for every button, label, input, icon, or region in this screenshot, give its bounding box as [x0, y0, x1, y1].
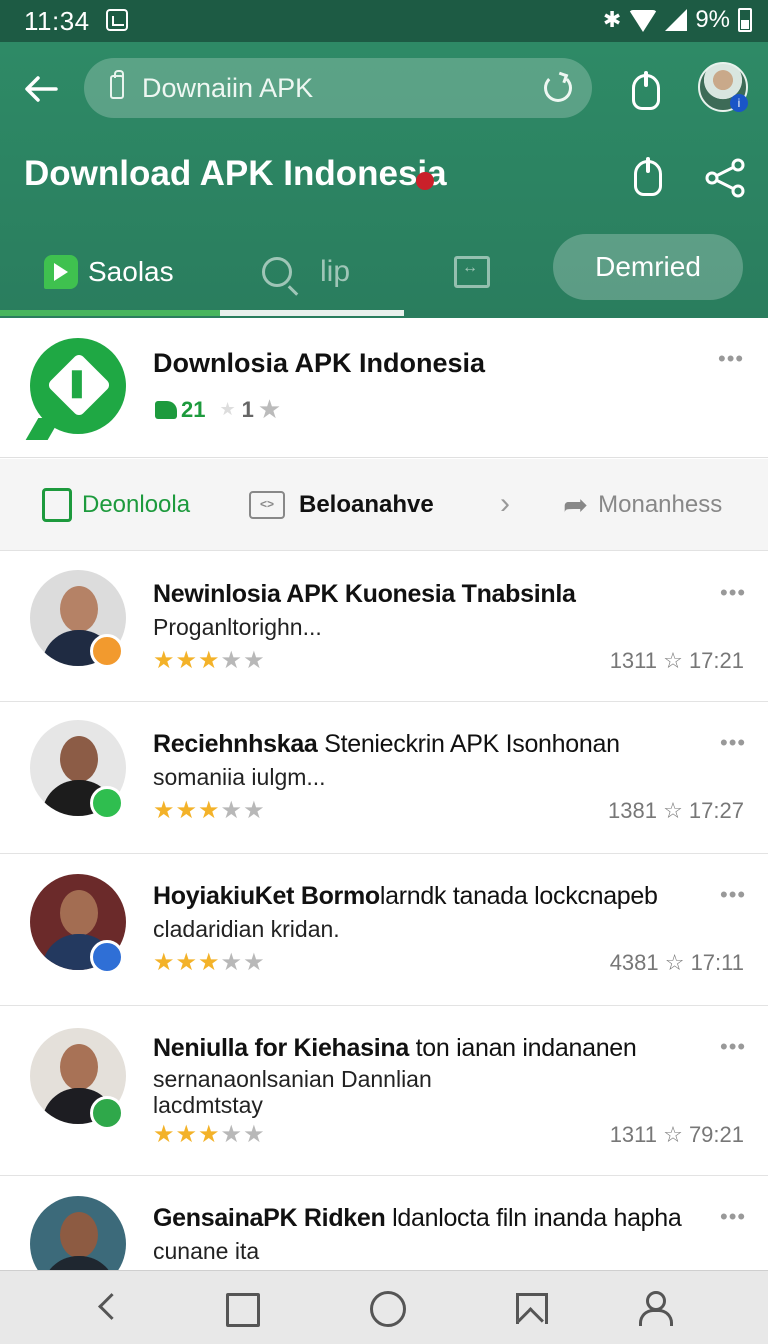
- download-label: Deonloola: [82, 491, 191, 518]
- battery-icon: [738, 8, 752, 32]
- status-time: 11:34: [24, 6, 90, 36]
- item-subtitle: Proganltorighn...: [153, 614, 322, 640]
- nav-bookmark-icon[interactable]: [510, 1289, 550, 1329]
- wifi-icon: [629, 10, 658, 32]
- nav-home-icon[interactable]: [368, 1289, 408, 1329]
- back-arrow-icon[interactable]: [22, 70, 60, 108]
- active-tab-indicator: [0, 310, 220, 316]
- star-rating: ★★★★★: [153, 949, 266, 976]
- more-options-icon[interactable]: •••: [720, 1204, 746, 1230]
- nav-profile-icon[interactable]: [636, 1289, 676, 1329]
- item-title: Neniulla for Kiehasina ton ianan indanan…: [153, 1034, 637, 1062]
- share-arrow-icon: ➦: [563, 488, 589, 522]
- code-icon: <>: [249, 491, 285, 519]
- search-icon: [262, 257, 292, 287]
- nav-back-icon[interactable]: [88, 1289, 128, 1329]
- item-subtitle-2: lacdmtstay: [153, 1092, 263, 1118]
- list-item[interactable]: Neniulla for Kiehasina ton ianan indanan…: [0, 1006, 768, 1176]
- gallery-icon: [106, 9, 128, 31]
- share-button[interactable]: ➦ Monanhess: [563, 459, 722, 551]
- list-item[interactable]: Newinlosia APK Kuonesia Tnabsinla Progan…: [0, 552, 768, 702]
- star-rating: ★★★★★: [153, 797, 266, 824]
- list-item[interactable]: Reciehnhskaa Stenieckrin APK Isonhonan s…: [0, 702, 768, 854]
- badge-icon: [90, 940, 124, 974]
- chevron-right-icon[interactable]: ›: [500, 487, 510, 521]
- action-bar: Deonloola <> Beloanahve › ➦ Monanhess: [0, 459, 768, 551]
- badge-icon: [90, 634, 124, 668]
- tab-search[interactable]: lip: [262, 226, 350, 318]
- rating-count: 1: [241, 396, 254, 422]
- download-icon: [42, 488, 72, 522]
- app-stats: 21 ★ 1 ★: [155, 394, 281, 425]
- touch-icon[interactable]: [632, 71, 660, 110]
- item-subtitle: cunane ita: [153, 1238, 260, 1264]
- more-options-icon[interactable]: •••: [720, 1034, 746, 1060]
- item-meta: 1381 ☆ 17:27: [608, 798, 744, 823]
- item-title: Newinlosia APK Kuonesia Tnabsinla: [153, 580, 576, 608]
- tab-demried-button[interactable]: Demried: [553, 234, 743, 300]
- page-title: Download APK Indonesia: [24, 154, 447, 193]
- profile-avatar[interactable]: i: [698, 62, 748, 112]
- chat-badge-icon: [90, 786, 124, 820]
- star-icon: ★: [219, 399, 236, 419]
- tab-indicator: [220, 310, 404, 316]
- tab-label: Saolas: [88, 256, 174, 287]
- item-meta: 4381 ☆ 17:11: [609, 950, 744, 975]
- item-subtitle: sernanaonlsanian Dannlian: [153, 1066, 432, 1092]
- signal-icon: [665, 9, 688, 31]
- star-rating: ★★★★★: [153, 1121, 266, 1148]
- app-info-card[interactable]: Downlosia APK Indonesia 21 ★ 1 ★ •••: [0, 318, 768, 458]
- info-badge-icon: i: [730, 94, 748, 112]
- share-label: Monanhess: [598, 491, 723, 518]
- touch-icon[interactable]: [634, 157, 662, 196]
- tab-media[interactable]: [454, 226, 490, 318]
- item-title: GensainaPK Ridken ldanlocta filn inanda …: [153, 1204, 682, 1232]
- app-name: Downlosia APK Indonesia: [153, 348, 486, 378]
- more-options-icon[interactable]: •••: [720, 730, 746, 756]
- play-store-icon: [44, 255, 78, 289]
- lock-icon: [110, 70, 124, 99]
- item-meta: 1311 ☆ 17:21: [609, 648, 744, 673]
- share-icon[interactable]: [704, 158, 746, 198]
- search-bar[interactable]: Downaiin APK: [84, 58, 592, 118]
- battery-text: 9%: [695, 6, 730, 33]
- item-subtitle: somaniia iulgm...: [153, 764, 326, 790]
- behave-label: Beloanahve: [299, 491, 434, 518]
- more-options-icon[interactable]: •••: [720, 580, 746, 606]
- star-icon: ★: [257, 394, 282, 424]
- like-count: 21: [181, 396, 206, 422]
- tab-saolas[interactable]: Saolas: [44, 226, 174, 318]
- star-rating: ★★★★★: [153, 647, 266, 674]
- image-icon: [454, 256, 490, 288]
- list-item[interactable]: GensainaPK Ridken ldanlocta filn inanda …: [0, 1176, 768, 1292]
- item-meta: 1311 ☆ 79:21: [609, 1122, 744, 1147]
- list-item[interactable]: HoyiakiuKet Bormolarndk tanada lockcnape…: [0, 854, 768, 1006]
- status-bar: 11:34 ✱ 9%: [0, 0, 768, 42]
- tab-bar: Saolas lip Demried: [0, 226, 768, 318]
- nav-recents-icon[interactable]: [222, 1289, 262, 1329]
- behave-button[interactable]: <> Beloanahve: [249, 459, 434, 551]
- bottom-nav: [0, 1270, 768, 1344]
- item-title: HoyiakiuKet Bormolarndk tanada lockcnape…: [153, 882, 658, 910]
- bluetooth-icon: ✱: [602, 7, 622, 32]
- notification-dot: [416, 172, 434, 190]
- app-logo-icon: [30, 338, 126, 434]
- more-options-icon[interactable]: •••: [720, 882, 746, 908]
- tab-label: lip: [320, 255, 351, 288]
- item-title: Reciehnhskaa Stenieckrin APK Isonhonan: [153, 730, 620, 758]
- badge-icon: [90, 1096, 124, 1130]
- reload-icon[interactable]: [544, 74, 572, 102]
- download-button[interactable]: Deonloola: [42, 459, 190, 551]
- thumbs-up-icon: [155, 400, 177, 419]
- app-header: Downaiin APK i Download APK Indonesia Sa…: [0, 42, 768, 318]
- more-options-icon[interactable]: •••: [718, 346, 744, 372]
- item-subtitle: cladaridian kridan.: [153, 916, 340, 942]
- search-input-text[interactable]: Downaiin APK: [142, 73, 313, 104]
- status-icons: ✱ 9%: [603, 6, 752, 34]
